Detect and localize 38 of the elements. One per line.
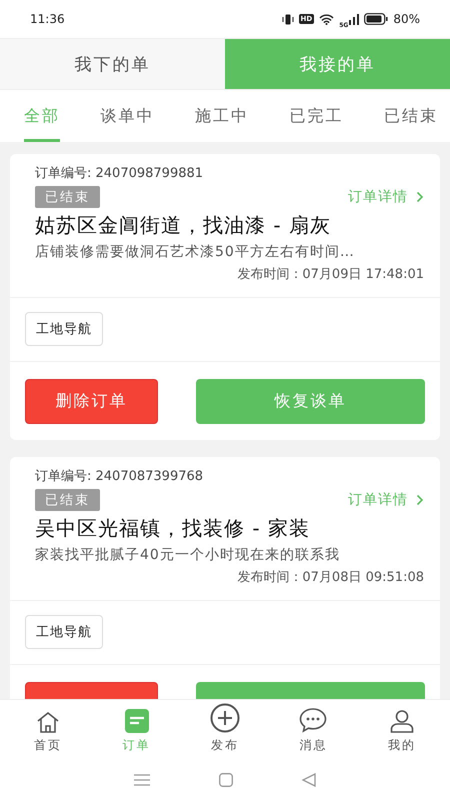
filter-tab[interactable]: 已结束 (384, 90, 438, 142)
nav-label[interactable]: 我的 (388, 737, 416, 754)
status-badge: 已结束 (35, 186, 100, 208)
status-time: 11:36 (30, 12, 65, 26)
site-navigation-button[interactable]: 工地导航 (25, 615, 103, 649)
list-icon[interactable] (124, 709, 149, 733)
publish-time: 发布时间：07月09日 17:48:01 (236, 266, 424, 283)
chat-icon[interactable] (299, 707, 328, 733)
nav-label[interactable]: 首页 (34, 737, 62, 754)
order-description: 店铺装修需要做洞石艺术漆50平方左右有时间… (35, 243, 356, 261)
battery-percent: 80% (393, 12, 420, 26)
battery-icon (364, 13, 388, 25)
wifi-icon (319, 14, 334, 24)
publish-time: 发布时间：07月08日 09:51:08 (236, 569, 424, 586)
delete-order-button[interactable]: 删除订单 (25, 379, 158, 424)
status-badge: 已结束 (35, 489, 100, 511)
order-title: 姑苏区金阊街道，找油漆 - 扇灰 (35, 212, 332, 239)
user-icon[interactable] (390, 709, 414, 733)
square-icon[interactable] (218, 773, 233, 787)
filter-tab[interactable]: 谈单中 (100, 90, 154, 142)
nav-label[interactable]: 发布 (210, 737, 239, 754)
order-title: 吴中区光福镇，找装修 - 家装 (35, 515, 311, 542)
order-description: 家装找平批腻子40元一个小时现在来的联系我 (35, 546, 341, 564)
order-number: 订单编号: 2407087399768 (35, 468, 204, 485)
home-icon[interactable] (36, 711, 60, 733)
menu-icon[interactable] (134, 774, 150, 786)
site-navigation-button[interactable]: 工地导航 (25, 312, 103, 346)
back-triangle-icon[interactable] (302, 773, 316, 787)
chevron-right-icon (416, 494, 424, 506)
chevron-right-icon (416, 191, 424, 203)
top-tab[interactable]: 我下的单 (0, 39, 225, 89)
signal-icon (349, 14, 360, 24)
filter-tab[interactable]: 已完工 (290, 90, 344, 142)
order-number: 订单编号: 2407098799881 (35, 165, 204, 182)
vibrate-icon (282, 14, 294, 24)
filter-tab[interactable]: 施工中 (195, 90, 249, 142)
nav-label[interactable]: 消息 (299, 737, 328, 754)
add-icon[interactable] (210, 703, 240, 733)
